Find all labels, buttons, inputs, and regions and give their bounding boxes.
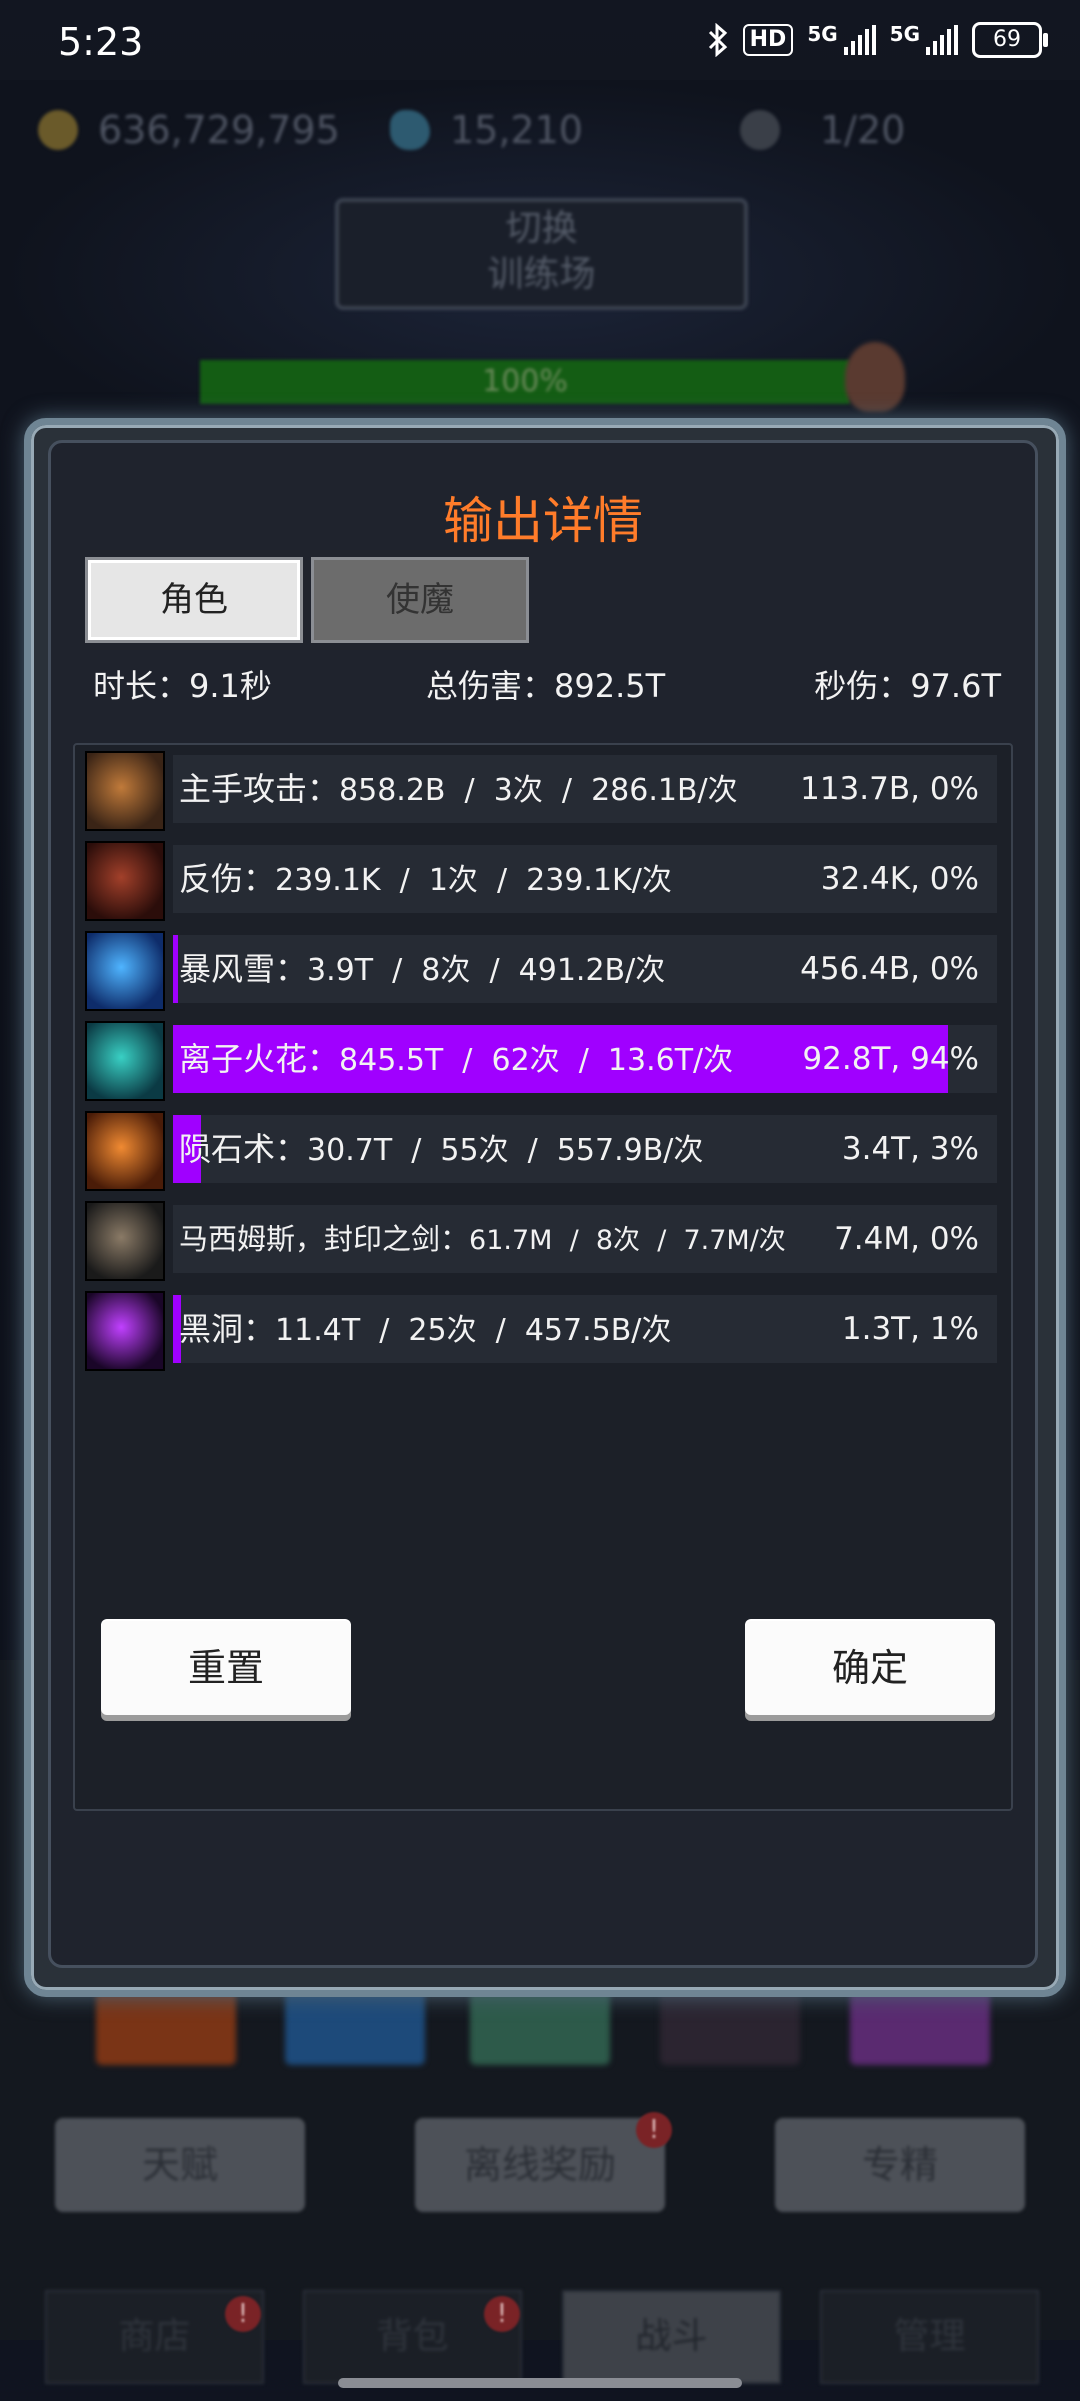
- tab-manage: 管理: [820, 2290, 1039, 2384]
- reset-button[interactable]: 重置: [101, 1621, 351, 1715]
- skill-detail: 845.5T / 62次 / 13.6T/次: [339, 1043, 734, 1078]
- damage-row: 马西姆斯，封印之剑：61.7M / 8次 / 7.7M/次 7.4M, 0%: [85, 1201, 997, 1281]
- status-bar: 5:23 HD 5G 5G 69: [0, 0, 1080, 88]
- skill-name: 黑洞：: [179, 1310, 276, 1348]
- damage-row: 主手攻击：858.2B / 3次 / 286.1B/次 113.7B, 0%: [85, 751, 997, 831]
- skill-name: 暴风雪：: [179, 950, 308, 988]
- talent-button: 天赋: [55, 2118, 305, 2212]
- damage-share-fill: [173, 935, 178, 1003]
- skill-detail: 30.7T / 55次 / 557.9B/次: [307, 1133, 704, 1168]
- gold-coin-icon: [38, 110, 78, 150]
- dps-label: 秒伤：97.6T: [814, 667, 1001, 705]
- skill-slot-blizzard: [285, 1985, 425, 2065]
- skill-slot-cooldown: [660, 1985, 800, 2065]
- shop-badge: !: [225, 2296, 261, 2332]
- duration-label: 时长：9.1秒: [93, 667, 272, 705]
- sword-slash-icon: [85, 751, 165, 831]
- thorns-icon: [85, 841, 165, 921]
- hd-voice-badge: HD: [742, 24, 794, 56]
- network-type-1: 5G: [807, 22, 838, 46]
- skill-name: 马西姆斯，封印之剑：: [179, 1222, 470, 1256]
- battery-icon: 69: [972, 22, 1048, 58]
- tab-battle: 战斗: [562, 2290, 781, 2384]
- gem-counter: 15,210: [390, 100, 583, 160]
- skill-share-value: 456.4B, 0%: [800, 951, 979, 987]
- damage-row-text: 陨石术：30.7T / 55次 / 557.9B/次: [179, 1111, 703, 1187]
- damage-row-text: 反伤：239.1K / 1次 / 239.1K/次: [179, 841, 672, 917]
- damage-row: 陨石术：30.7T / 55次 / 557.9B/次 3.4T, 3%: [85, 1111, 997, 1191]
- damage-detail-dialog: 输出详情 角色 使魔 时长：9.1秒 总伤害：892.5T 秒伤：97.6T 主…: [48, 440, 1038, 1968]
- skill-detail: 858.2B / 3次 / 286.1B/次: [339, 773, 738, 808]
- home-indicator[interactable]: [338, 2378, 742, 2388]
- skill-slot-black-hole: [850, 1985, 990, 2065]
- black-hole-icon: [85, 1291, 165, 1371]
- skill-share-value: 92.8T, 94%: [802, 1041, 979, 1077]
- damage-row-text: 主手攻击：858.2B / 3次 / 286.1B/次: [179, 751, 738, 827]
- ion-spark-icon: [85, 1021, 165, 1101]
- network-type-2: 5G: [889, 22, 920, 46]
- skill-share-value: 1.3T, 1%: [841, 1311, 979, 1347]
- offline-reward-button: 离线奖励: [415, 2118, 665, 2212]
- switch-arena-button: 切换 训练场: [335, 198, 748, 310]
- signal-icon-2: [926, 25, 958, 55]
- gem-icon: [390, 110, 430, 150]
- damage-row-text: 马西姆斯，封印之剑：61.7M / 8次 / 7.7M/次: [179, 1201, 786, 1277]
- skill-share-value: 3.4T, 3%: [841, 1131, 979, 1167]
- offline-reward-badge: !: [636, 2112, 672, 2148]
- skill-slot-spark: [470, 1985, 610, 2065]
- bag-badge: !: [484, 2296, 520, 2332]
- skill-detail: 11.4T / 25次 / 457.5B/次: [275, 1313, 672, 1348]
- damage-row-text: 黑洞：11.4T / 25次 / 457.5B/次: [179, 1291, 671, 1367]
- blizzard-icon: [85, 931, 165, 1011]
- key-counter: 1/20: [740, 100, 905, 160]
- skill-detail: 3.9T / 8次 / 491.2B/次: [307, 953, 666, 988]
- skill-name: 主手攻击：: [179, 770, 340, 808]
- clock: 5:23: [58, 20, 144, 64]
- damage-row-text: 暴风雪：3.9T / 8次 / 491.2B/次: [179, 931, 665, 1007]
- damage-row-text: 离子火花：845.5T / 62次 / 13.6T/次: [179, 1021, 733, 1097]
- tab-familiar[interactable]: 使魔: [311, 557, 529, 643]
- enemy-sprite: [845, 342, 905, 412]
- skill-name: 反伤：: [179, 860, 276, 898]
- skill-slot-meteor: [96, 1985, 236, 2065]
- skill-share-value: 113.7B, 0%: [800, 771, 979, 807]
- specialization-button: 专精: [775, 2118, 1025, 2212]
- confirm-button[interactable]: 确定: [745, 1621, 995, 1715]
- skill-name: 离子火花：: [179, 1040, 340, 1078]
- tab-character[interactable]: 角色: [85, 557, 303, 643]
- total-damage-label: 总伤害：892.5T: [426, 667, 666, 705]
- bluetooth-icon: [708, 23, 727, 57]
- skill-detail: 239.1K / 1次 / 239.1K/次: [275, 863, 672, 898]
- damage-row: 黑洞：11.4T / 25次 / 457.5B/次 1.3T, 1%: [85, 1291, 997, 1371]
- sealed-sword-icon: [85, 1201, 165, 1281]
- damage-row: 暴风雪：3.9T / 8次 / 491.2B/次 456.4B, 0%: [85, 931, 997, 1011]
- skill-share-value: 7.4M, 0%: [834, 1221, 979, 1257]
- skill-detail: 61.7M / 8次 / 7.7M/次: [469, 1225, 786, 1256]
- damage-row: 离子火花：845.5T / 62次 / 13.6T/次 92.8T, 94%: [85, 1021, 997, 1101]
- enemy-hp-bar: 100%: [200, 360, 850, 404]
- damage-row: 反伤：239.1K / 1次 / 239.1K/次 32.4K, 0%: [85, 841, 997, 921]
- meteor-icon: [85, 1111, 165, 1191]
- dialog-title: 输出详情: [443, 492, 643, 550]
- skill-name: 陨石术：: [179, 1130, 308, 1168]
- gold-counter: 636,729,795: [38, 100, 340, 160]
- signal-icon: [843, 25, 876, 55]
- skill-share-value: 32.4K, 0%: [820, 861, 979, 897]
- key-icon: [740, 110, 780, 150]
